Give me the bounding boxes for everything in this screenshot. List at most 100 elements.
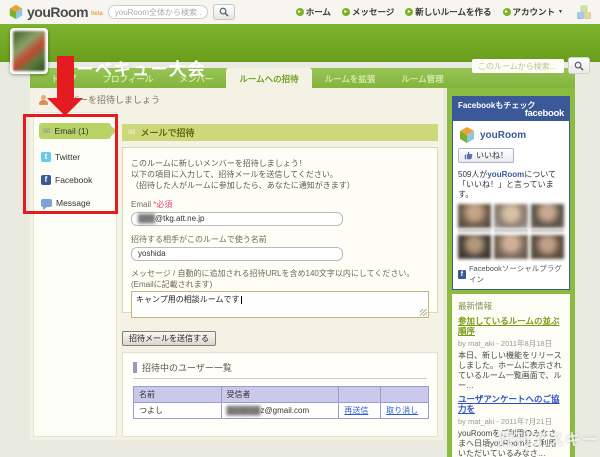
right-sidebar: Facebookもチェック facebook youRoom いいね！ 509人… [447,88,575,457]
room-search-button[interactable] [568,57,590,74]
cube-logo-icon [9,4,23,20]
column-recipient: 受信者 [220,386,340,403]
arrow-shaft [57,56,74,98]
friend-photo [458,204,492,232]
recipient-visible-part: z@gmail.com [260,406,310,415]
friend-photo [494,235,528,259]
email-masked-part: ███ [138,214,156,223]
envelope-icon: ✉ [128,127,136,137]
circle-arrow-icon: ▸ [405,8,414,16]
email-visible-part: @tkg.att.ne.jp [155,214,205,223]
required-badge: *必須 [153,200,173,209]
invited-users-table: 名前 受信者 つよし ██████z@gmail.com 再送信 取り消し [133,386,429,419]
intro-line: このルームに新しいメンバーを招待しましょう！ [131,159,307,168]
news-excerpt-1: 本日、新しい機能をリリースしました。ホームに表示されているルーム一覧画面で、ルー… [458,351,562,390]
message-textarea[interactable]: キャンプ用の相談ルームです [131,291,429,318]
message-text: キャンプ用の相談ルームです [136,295,240,304]
room-avatar[interactable] [10,28,48,74]
invite-name-label: 招待する相手がこのルームで使う名前 [131,235,267,244]
top-bar: youRoom beta ▸ホーム ▸メッセージ ▸新しいルームを作る ▸アカウ… [0,0,600,24]
invited-users-section: 招待中のユーザー一覧 名前 受信者 つよし ██████z@gmail.com … [122,352,438,437]
yourroom-logo[interactable]: youRoom beta [8,4,103,20]
news-byline-1: by mat_aki - 2011年8月18日 [458,339,553,348]
friend-photo [530,235,564,259]
facebook-plugin-footer: f Facebookソーシャルプラグイン [458,263,564,285]
chevron-down-icon: ▼ [558,9,563,15]
annotation-red-arrow [47,56,83,116]
facebook-friends-grid [458,204,564,259]
cell-cancel: 取り消し [380,402,429,419]
like-button[interactable]: いいね！ [458,148,514,163]
recipient-masked-part: ██████ [226,406,261,415]
blocks-icon[interactable] [576,5,592,20]
search-icon [219,7,229,17]
nav-home-label: ホーム [305,7,331,17]
facebook-widget-body: youRoom いいね！ 509人がyouRoomについて「いいね！」と言ってい… [453,121,569,289]
friend-photo [494,204,528,232]
facebook-plugin-label: Facebookソーシャルプラグイン [468,264,562,284]
circle-arrow-icon: ▸ [502,8,511,16]
resend-link[interactable]: 再送信 [344,406,368,415]
room-search-input[interactable] [472,59,564,73]
invite-form: このルームに新しいメンバーを招待しましょう！ 以下の項目に入力して、招待メールを… [122,147,438,318]
news-link-1[interactable]: 参加しているルームの並ぶ順序 [458,316,564,336]
cube-logo-icon [460,127,474,143]
nav-create-room-label: 新しいルームを作る [415,7,492,17]
nav-home[interactable]: ▸ ホーム [295,6,331,18]
intro-line: 以下の項目に入力して、招待メールを送信してください。 [131,170,338,179]
nav-messages-label: メッセージ [351,7,395,17]
cancel-link[interactable]: 取り消し [386,406,418,415]
arrow-head [47,98,83,116]
send-invite-button[interactable]: 招待メールを送信する [122,331,216,346]
invite-name-field[interactable]: yoshida [131,247,343,261]
title-bar-marker [133,362,137,373]
tab-expand-room[interactable]: ルームを拡張 [312,68,389,88]
cell-resend: 再送信 [338,402,382,419]
facebook-icon: f [458,269,466,279]
watermark: 週刊アスキー [497,432,600,449]
circle-arrow-icon: ▸ [295,8,304,16]
nav-account-label: アカウント [512,7,556,17]
nav-messages[interactable]: ▸ メッセージ [341,6,395,18]
friend-photo [530,204,564,232]
logo-text: youRoom [27,4,89,20]
logo-beta-label: beta [91,11,103,17]
message-label: メッセージ / 自動的に追加される招待URLを含め140文字以内にしてください。 [131,269,415,278]
cell-recipient: ██████z@gmail.com [220,402,340,419]
table-row: つよし ██████z@gmail.com 再送信 取り消し [133,402,429,419]
facebook-page-name[interactable]: youRoom [480,130,526,141]
column-action-2 [380,386,429,403]
text-caret [240,295,242,304]
like-button-label: いいね！ [476,151,508,160]
top-nav: ▸ ホーム ▸ メッセージ ▸ 新しいルームを作る ▸ アカウント ▼ [295,6,563,18]
facebook-widget-header: Facebookもチェック facebook [453,97,569,121]
search-icon [574,61,584,71]
thumbs-up-icon [464,151,473,160]
screen: youRoom beta ▸ホーム ▸メッセージ ▸新しいルームを作る ▸アカウ… [0,0,600,457]
invite-section-header: ✉ メールで招待 [122,124,438,141]
resize-grip[interactable] [420,309,427,316]
nav-account[interactable]: ▸ アカウント ▼ [502,6,563,18]
annotation-red-box [23,114,118,214]
global-search-button[interactable] [212,4,235,20]
tab-room-invite[interactable]: ルームへの招待 [226,68,312,88]
room-header: バーベキュー大会 [0,24,600,79]
invite-section-title: メールで招待 [140,128,195,138]
facebook-widget: Facebookもチェック facebook youRoom いいね！ 509人… [452,96,570,290]
circle-arrow-icon: ▸ [341,8,350,16]
column-name: 名前 [133,386,222,403]
global-search-input[interactable] [107,5,208,19]
email-field[interactable]: ███@tkg.att.ne.jp [131,212,343,226]
table-header-row: 名前 受信者 [133,386,429,403]
message-note: (Emailに記載されます) [131,280,213,289]
nav-create-room[interactable]: ▸ 新しいルームを作る [405,6,492,18]
column-action-1 [338,386,382,403]
facebook-brand-link[interactable]: facebook [525,108,565,119]
intro-line: （招待した人がルームに参加したら、あなたに通知がきます） [131,181,355,190]
cell-name: つよし [133,402,222,419]
facebook-page-row: youRoom [458,126,564,144]
news-title: 最新情報 [458,301,493,311]
room-avatar-photo [13,31,45,71]
news-link-2[interactable]: ユーザアンケートへのご協力を [458,394,564,414]
tab-room-admin[interactable]: ルーム管理 [388,68,456,88]
